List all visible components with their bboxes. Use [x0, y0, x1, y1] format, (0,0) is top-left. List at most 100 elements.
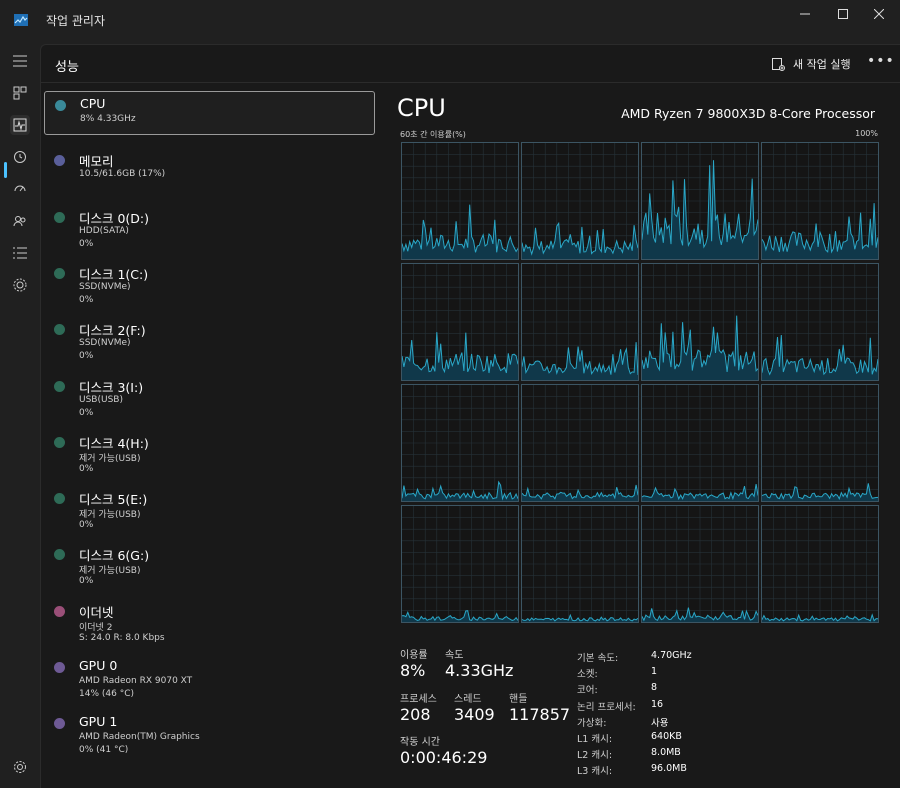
resource-subtitle: 이더넷 2: [79, 622, 113, 633]
utilization-value: 8%: [400, 661, 426, 680]
core-graph: [401, 263, 519, 381]
resource-value: 0%: [79, 238, 94, 249]
settings-icon[interactable]: [10, 757, 30, 777]
resource-value: S: 24.0 R: 8.0 Kbps: [79, 632, 165, 643]
resource-color-dot: [54, 267, 65, 279]
more-options-icon: •••: [867, 53, 895, 69]
handles-value: 117857: [509, 705, 571, 724]
resource-value: 0% (41 °C): [79, 745, 129, 756]
window-title: 작업 관리자: [46, 14, 106, 28]
spec-value: 96.0MB: [651, 763, 687, 775]
resource-name: 메모리: [79, 154, 114, 170]
resource-item[interactable]: GPU 0 AMD Radeon RX 9070 XT 14% (46 °C): [44, 654, 375, 699]
title-bar: 작업 관리자: [0, 0, 900, 44]
processes-value: 208: [400, 705, 431, 724]
performance-icon[interactable]: [10, 115, 30, 135]
speed-value: 4.33GHz: [445, 661, 514, 680]
resource-subtitle: 제거 가능(USB): [79, 566, 141, 577]
speed-label: 속도: [445, 650, 464, 661]
resource-name: 디스크 4(H:): [79, 435, 149, 451]
resource-color-dot: [54, 718, 65, 730]
core-graph: [521, 263, 639, 381]
resource-value: 0%: [79, 463, 94, 474]
resource-name: CPU: [80, 96, 106, 111]
core-graph: [401, 384, 519, 502]
active-indicator: [4, 162, 7, 178]
core-graph: [521, 142, 639, 260]
resource-item[interactable]: 이더넷이더넷 2 S: 24.0 R: 8.0 Kbps: [44, 598, 375, 643]
resource-name: 디스크 5(E:): [79, 492, 148, 508]
spec-value: 사용: [651, 717, 669, 729]
uptime-value: 0:00:46:29: [400, 748, 488, 767]
resource-value: 0%: [79, 351, 94, 362]
core-graph: [641, 142, 759, 260]
resource-color-dot: [54, 155, 65, 167]
resource-color-dot: [54, 662, 65, 673]
resource-color-dot: [54, 324, 65, 336]
core-graph: [521, 505, 639, 623]
resource-item[interactable]: CPU 8% 4.33GHz: [44, 91, 375, 135]
spec-value: 1: [651, 666, 658, 678]
cpu-core-graphs: [401, 142, 879, 623]
resource-subtitle: SSD(NVMe): [79, 281, 131, 292]
resource-item[interactable]: GPU 1 AMD Radeon(TM) Graphics 0% (41 °C): [44, 710, 375, 756]
navigation-rail: [0, 44, 40, 788]
resource-value: 0%: [79, 576, 94, 587]
graph-axis-max: 100%: [855, 129, 878, 138]
spec-label: 논리 프로세서:: [577, 701, 636, 713]
detail-title: CPU: [397, 94, 446, 122]
resource-item[interactable]: 디스크 5(E:) 제거 가능(USB) 0%: [44, 485, 375, 531]
core-graph: [761, 142, 879, 260]
core-graph: [641, 263, 759, 381]
handles-label: 핸들: [509, 694, 528, 705]
services-icon[interactable]: [10, 275, 30, 295]
more-options-button[interactable]: •••: [867, 53, 894, 73]
resource-item[interactable]: 디스크 1(C:) SSD(NVMe) 0%: [44, 260, 375, 305]
uptime-label: 작동 시간: [400, 737, 440, 748]
startup-icon[interactable]: [10, 179, 30, 199]
spec-value: 4.70GHz: [651, 650, 692, 661]
resource-value: 0%: [79, 407, 94, 418]
resource-name: 디스크 0(D:): [79, 210, 150, 226]
users-icon[interactable]: [10, 211, 30, 231]
resource-name: 이더넷: [79, 604, 114, 620]
resource-color-dot: [54, 380, 65, 392]
spec-label: 코어:: [577, 685, 598, 697]
menu-icon[interactable]: [10, 51, 30, 71]
resource-item[interactable]: 디스크 6(G:) 제거 가능(USB) 0%: [44, 541, 375, 587]
resource-list: CPU 8% 4.33GHz 메모리 10.5/61.6GB (17%) 디스크 0(D…: [41, 84, 381, 788]
core-graph: [641, 505, 759, 623]
threads-label: 스레드: [454, 694, 482, 705]
run-new-task-label: 새 작업 실행: [793, 58, 851, 71]
processor-name: AMD Ryzen 7 9800X3D 8-Core Processor: [621, 106, 875, 121]
resource-item[interactable]: 디스크 2(F:) SSD(NVMe) 0%: [44, 316, 375, 362]
core-graph: [761, 505, 879, 623]
core-graph: [401, 505, 519, 623]
resource-subtitle: AMD Radeon RX 9070 XT: [79, 676, 193, 686]
history-icon[interactable]: [10, 147, 30, 167]
run-new-task-button[interactable]: 새 작업 실행: [772, 54, 851, 74]
page-title: 성능: [55, 60, 79, 75]
new-task-icon: [772, 57, 785, 71]
maximize-icon: [838, 9, 848, 19]
resource-color-dot: [54, 211, 65, 223]
close-button[interactable]: [856, 0, 900, 28]
main-panel: 성능 새 작업 실행 ••• CPU 8% 4.33GHz 메모리 10.5/61.6…: [40, 44, 900, 788]
resource-color-dot: [54, 493, 65, 505]
spec-value: 640KB: [651, 731, 682, 742]
resource-item[interactable]: 메모리 10.5/61.6GB (17%): [44, 147, 375, 191]
spec-label: 가상화:: [577, 717, 607, 729]
resource-item[interactable]: 디스크 3(I:) USB(USB) 0%: [44, 373, 375, 418]
spec-value: 16: [651, 698, 664, 710]
resource-item[interactable]: 디스크 0(D:) HDD(SATA) 0%: [44, 204, 375, 249]
details-icon[interactable]: [10, 243, 30, 263]
resource-subtitle: 제거 가능(USB): [79, 510, 141, 521]
resource-item[interactable]: 디스크 4(H:) 제거 가능(USB) 0%: [44, 429, 375, 474]
resource-value: 0%: [79, 520, 94, 531]
processes-icon[interactable]: [10, 83, 30, 103]
core-graph: [761, 263, 879, 381]
spec-value: 8.0MB: [651, 747, 681, 759]
resource-value: 0%: [79, 294, 94, 305]
resource-name: GPU 0: [79, 658, 118, 673]
resource-subtitle: 10.5/61.6GB (17%): [79, 169, 166, 180]
